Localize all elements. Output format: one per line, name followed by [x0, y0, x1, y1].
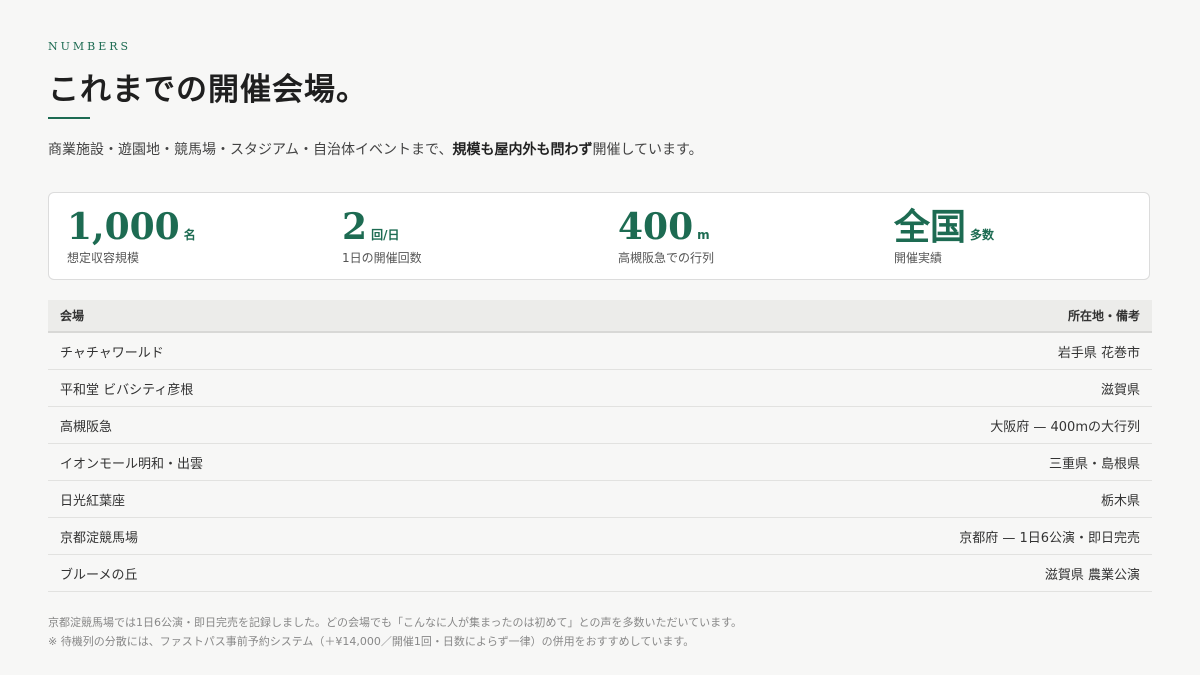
stat-nationwide: 全国 多数 開催実績	[894, 205, 994, 266]
table-row: チャチャワールド 岩手県 花巻市	[48, 332, 1152, 370]
stat-label: 想定収容規模	[67, 251, 140, 265]
stat-value: 400	[618, 206, 694, 248]
venue-cell: 京都淀競馬場	[48, 517, 544, 555]
venue-cell: イオンモール明和・出雲	[48, 443, 544, 481]
table-row: 京都淀競馬場 京都府 — 1日6公演・即日完売	[48, 517, 1152, 555]
stat-label: 開催実績	[894, 251, 943, 265]
footnote: ※ 待機列の分散には、ファストパス事前予約システム（＋¥14,000／開催1回・…	[48, 635, 695, 648]
location-cell: 滋賀県 農業公演	[543, 554, 1152, 592]
stat-label: 高槻阪急での行列	[618, 251, 715, 265]
lead-text-end: 開催しています。	[592, 142, 703, 158]
location-cell: 栃木県	[543, 480, 1152, 518]
lead-text: 商業施設・遊園地・競馬場・スタジアム・自治体イベントまで、	[48, 142, 453, 158]
table-row: 高槻阪急 大阪府 — 400mの大行列	[48, 406, 1152, 444]
footnote: 京都淀競馬場では1日6公演・即日完売を記録しました。どの会場でも「こんなに人が集…	[48, 616, 743, 629]
footnotes: 京都淀競馬場では1日6公演・即日完売を記録しました。どの会場でも「こんなに人が集…	[48, 613, 1158, 651]
title-underline	[48, 117, 90, 119]
stat-unit: 多数	[970, 228, 995, 242]
stat-unit: 回/日	[371, 228, 400, 242]
stat-daily-shows: 2 回/日 1日の開催回数	[342, 205, 422, 266]
stat-value: 全国	[894, 206, 967, 248]
venue-cell: 高槻阪急	[48, 406, 544, 444]
venue-cell: チャチャワールド	[48, 332, 544, 370]
stat-unit: m	[697, 228, 710, 242]
stats-panel: 1,000 名 想定収容規模 2 回/日 1日の開催回数 400 m 高槻阪急での行列…	[48, 192, 1150, 280]
venue-cell: 平和堂 ビバシティ彦根	[48, 369, 544, 407]
stat-label: 1日の開催回数	[342, 251, 422, 265]
stat-capacity: 1,000 名 想定収容規模	[67, 205, 196, 266]
column-header-location: 所在地・備考	[543, 300, 1152, 333]
section-kicker: NUMBERS	[48, 40, 132, 53]
stat-value: 2	[342, 206, 368, 248]
venue-cell: ブルーメの丘	[48, 554, 544, 592]
column-header-venue: 会場	[48, 300, 544, 333]
location-cell: 滋賀県	[543, 369, 1152, 407]
table-header-row: 会場 所在地・備考	[48, 300, 1152, 333]
table-row: 日光紅葉座 栃木県	[48, 480, 1152, 518]
page-title: これまでの開催会場。	[48, 72, 368, 108]
lead-paragraph: 商業施設・遊園地・競馬場・スタジアム・自治体イベントまで、規模も屋内外も問わず開…	[48, 136, 753, 165]
location-cell: 大阪府 — 400mの大行列	[543, 406, 1152, 444]
table-row: ブルーメの丘 滋賀県 農業公演	[48, 554, 1152, 592]
lead-emphasis: 規模も屋内外も問わず	[452, 142, 593, 158]
venue-cell: 日光紅葉座	[48, 480, 544, 518]
table-row: 平和堂 ビバシティ彦根 滋賀県	[48, 369, 1152, 407]
stat-queue-length: 400 m 高槻阪急での行列	[618, 205, 714, 266]
location-cell: 三重県・島根県	[543, 443, 1152, 481]
venue-table: 会場 所在地・備考 チャチャワールド 岩手県 花巻市 平和堂 ビバシティ彦根 滋…	[48, 300, 1152, 592]
stat-value: 1,000	[67, 206, 180, 248]
location-cell: 岩手県 花巻市	[543, 332, 1152, 370]
stat-unit: 名	[183, 228, 196, 242]
table-row: イオンモール明和・出雲 三重県・島根県	[48, 443, 1152, 481]
location-cell: 京都府 — 1日6公演・即日完売	[543, 517, 1152, 555]
